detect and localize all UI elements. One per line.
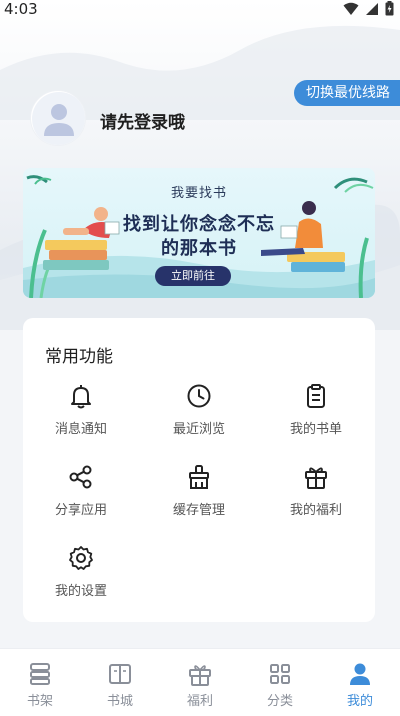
common-functions-title: 常用功能 [45, 347, 113, 367]
tab-label: 书架 [26, 694, 53, 709]
tab-label: 书城 [106, 694, 133, 709]
func-label: 缓存管理 [172, 503, 225, 518]
book-open-icon [109, 664, 131, 684]
gift-icon [189, 665, 211, 686]
banner-headline-2: 的那本书 [161, 238, 237, 259]
battery-icon [385, 1, 394, 16]
share-icon [69, 465, 92, 489]
tab-label: 我的 [346, 694, 373, 709]
status-icons [343, 1, 394, 16]
bookshelf-icon [30, 663, 50, 685]
func-label: 我的福利 [289, 503, 342, 518]
tab-mine[interactable]: 我的 [320, 649, 400, 716]
bottom-tab-bar: 书架 书城 福利 分类 我的 [0, 648, 400, 716]
status-bar: 4:03 [0, 0, 400, 20]
func-label: 分享应用 [54, 503, 107, 518]
banner-headline-1: 找到让你念念不忘 [123, 214, 275, 235]
gear-icon [69, 546, 93, 570]
status-time: 4:03 [4, 0, 38, 18]
gift-icon [305, 467, 327, 489]
person-icon [350, 663, 370, 685]
tab-welfare[interactable]: 福利 [160, 649, 240, 716]
go-now-button[interactable]: 立即前往 [155, 266, 231, 286]
tab-label: 分类 [266, 694, 293, 709]
wifi-icon [343, 2, 359, 15]
func-share-app[interactable]: 分享应用 [31, 463, 131, 523]
switch-route-button[interactable]: 切换最优线路 [294, 80, 400, 106]
login-prompt[interactable]: 请先登录哦 [100, 108, 185, 133]
func-message-notification[interactable]: 消息通知 [31, 382, 131, 442]
find-book-banner[interactable]: 我要找书 找到让你念念不忘 的那本书 立即前往 [23, 168, 375, 298]
func-label: 我的书单 [289, 422, 342, 437]
func-cache-management[interactable]: 缓存管理 [149, 463, 249, 523]
func-label: 最近浏览 [172, 422, 225, 437]
clipboard-icon [307, 384, 325, 408]
default-avatar-icon [32, 92, 85, 145]
clock-icon [187, 384, 211, 408]
grid-icon [270, 664, 290, 684]
banner-small-text: 我要找书 [170, 186, 227, 201]
common-functions-card: 常用功能 消息通知 最近浏览 我的书单 分享应用 缓存管理 我的福利 我的设置 [23, 318, 375, 622]
bell-icon [71, 385, 91, 409]
broom-icon [189, 465, 209, 489]
func-my-settings[interactable]: 我的设置 [31, 544, 131, 604]
avatar[interactable] [30, 90, 86, 146]
func-my-booklist[interactable]: 我的书单 [266, 382, 366, 442]
signal-icon [366, 2, 378, 15]
func-my-benefits[interactable]: 我的福利 [266, 463, 366, 523]
tab-label: 福利 [186, 694, 213, 709]
tab-bookshelf[interactable]: 书架 [0, 649, 80, 716]
func-label: 我的设置 [54, 584, 107, 599]
tab-bookstore[interactable]: 书城 [80, 649, 160, 716]
func-recent-browse[interactable]: 最近浏览 [149, 382, 249, 442]
tab-category[interactable]: 分类 [240, 649, 320, 716]
func-label: 消息通知 [54, 422, 107, 437]
